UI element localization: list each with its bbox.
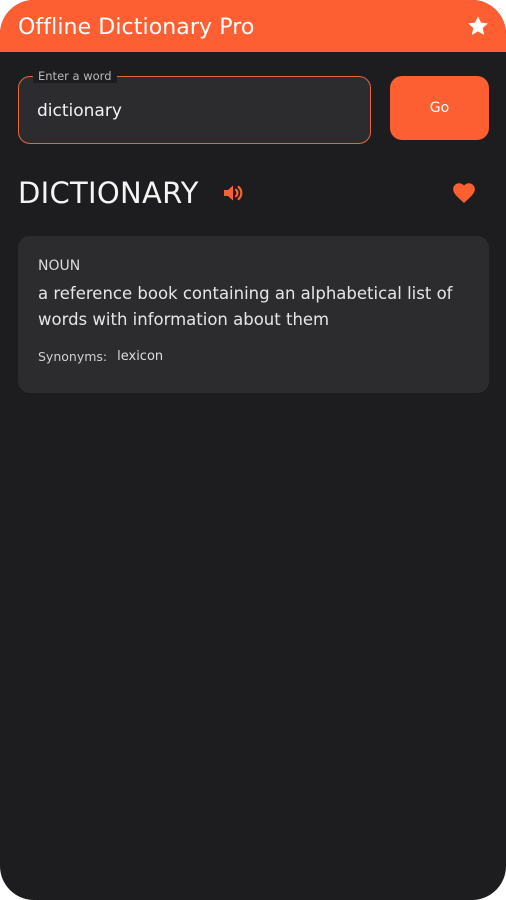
app-title: Offline Dictionary Pro [18,14,255,40]
word-header: DICTIONARY [18,172,488,216]
word-input[interactable] [37,98,347,124]
synonym-item[interactable]: lexicon [117,348,163,366]
go-button[interactable]: Go [390,76,489,140]
app-screen: Offline Dictionary Pro Enter a word Go D… [0,0,506,900]
search-row: Enter a word Go [18,69,489,144]
speaker-icon[interactable] [220,180,246,206]
word-field: Enter a word [18,69,371,144]
synonyms-row: Synonyms: lexicon [38,348,469,366]
part-of-speech: NOUN [38,258,81,274]
definition-text: a reference book containing an alphabeti… [38,284,453,329]
word-field-label: Enter a word [33,69,117,83]
word-title: DICTIONARY [18,176,199,210]
app-bar: Offline Dictionary Pro [0,0,506,52]
heart-icon[interactable] [450,179,478,207]
meaning-card: NOUN a reference book containing an alph… [18,236,489,393]
star-icon[interactable] [464,12,492,40]
synonyms-label: Synonyms: [38,349,108,364]
